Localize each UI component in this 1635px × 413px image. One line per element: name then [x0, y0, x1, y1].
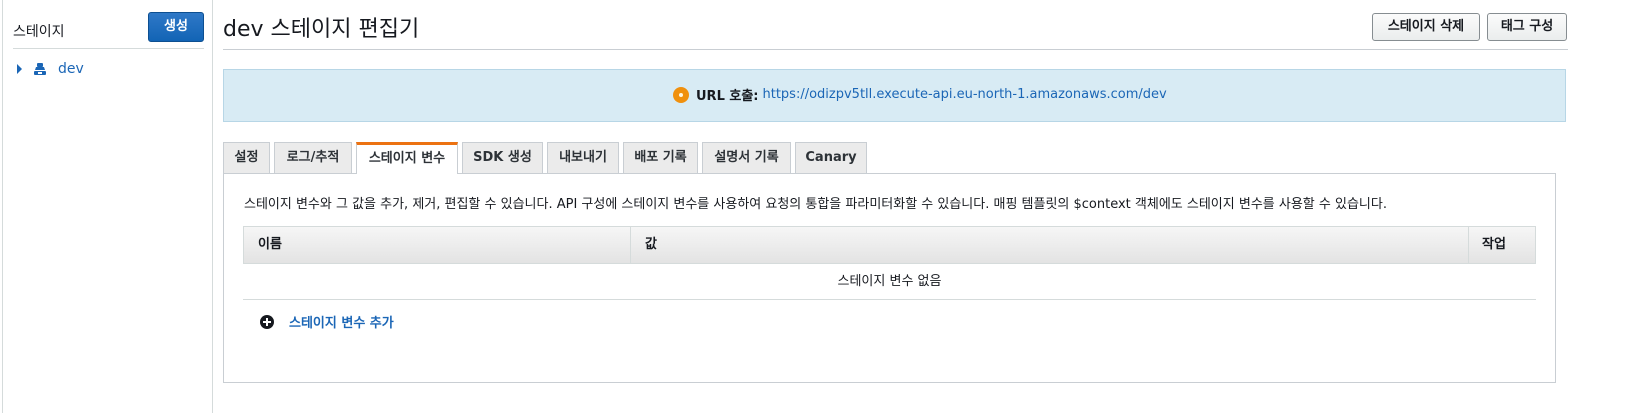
sidebar-item-dev[interactable]: dev: [17, 59, 84, 79]
info-dot-icon: [673, 86, 689, 103]
tab-logs-tracing[interactable]: 로그/추적: [274, 142, 352, 173]
column-divider: [1468, 227, 1469, 263]
invoke-url-row: URL 호출: https://odizpv5tll.execute-api.e…: [673, 85, 1167, 104]
column-header-name[interactable]: 이름: [258, 227, 282, 263]
invoke-url-link[interactable]: https://odizpv5tll.execute-api.eu-north-…: [763, 87, 1167, 102]
stage-icon: [34, 63, 46, 75]
tab-documentation-history[interactable]: 설명서 기록: [702, 142, 791, 173]
invoke-url-banner: URL 호출: https://odizpv5tll.execute-api.e…: [223, 69, 1566, 122]
column-header-action: 작업: [1482, 237, 1506, 252]
panel-description: 스테이지 변수와 그 값을 추가, 제거, 편집할 수 있습니다. API 구성…: [244, 197, 1387, 212]
delete-stage-button[interactable]: 스테이지 삭제: [1372, 13, 1480, 41]
sidebar-header: 스테이지 생성: [13, 12, 204, 49]
plus-circle-icon[interactable]: [260, 314, 274, 329]
create-stage-button[interactable]: 생성: [148, 12, 204, 42]
tab-sdk-generation[interactable]: SDK 생성: [462, 142, 543, 173]
tab-canary[interactable]: Canary: [795, 142, 867, 173]
add-stage-variable-label[interactable]: 스테이지 변수 추가: [289, 312, 394, 331]
caret-right-icon[interactable]: [17, 64, 22, 74]
page-title: dev 스테이지 편집기: [223, 17, 420, 42]
title-divider: [223, 49, 1568, 50]
invoke-url-label: URL 호출:: [696, 89, 759, 104]
column-header-value[interactable]: 값: [645, 227, 657, 263]
table-header: 이름 값 작업: [243, 226, 1536, 264]
empty-table-message: 스테이지 변수 없음: [243, 264, 1536, 300]
sidebar-title: 스테이지: [13, 24, 65, 40]
stage-tabs: 설정 로그/추적 스테이지 변수 SDK 생성 내보내기 배포 기록 설명서 기…: [223, 142, 871, 174]
tab-settings[interactable]: 설정: [223, 142, 270, 173]
sidebar-item-label[interactable]: dev: [58, 61, 84, 77]
stages-sidebar: 스테이지 생성 dev: [3, 0, 213, 413]
tab-export[interactable]: 내보내기: [547, 142, 619, 173]
add-stage-variable-button[interactable]: 스테이지 변수 추가: [260, 312, 394, 331]
tab-deployment-history[interactable]: 배포 기록: [623, 142, 698, 173]
configure-tags-button[interactable]: 태그 구성: [1487, 13, 1567, 41]
tab-stage-variables[interactable]: 스테이지 변수: [356, 142, 458, 174]
stage-variables-panel: 스테이지 변수와 그 값을 추가, 제거, 편집할 수 있습니다. API 구성…: [223, 173, 1556, 383]
stage-editor: dev 스테이지 편집기 스테이지 삭제 태그 구성 URL 호출: https…: [223, 0, 1635, 413]
column-divider: [630, 227, 631, 263]
